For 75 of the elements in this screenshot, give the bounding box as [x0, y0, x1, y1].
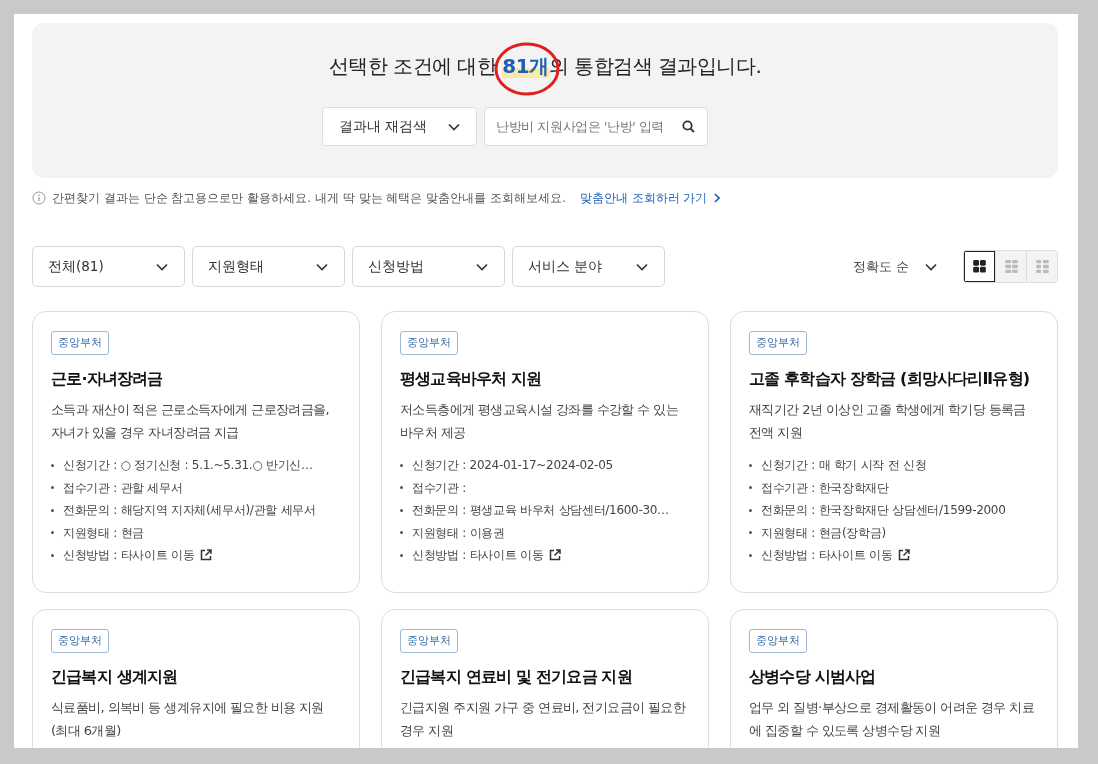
category-tag: 중앙부처: [51, 331, 109, 355]
filter-dropdown[interactable]: 전체(81): [32, 246, 185, 287]
bullet-dot: [51, 463, 54, 467]
bullet-dot: [51, 508, 54, 512]
bullet-dot: [749, 463, 752, 467]
card-description: 저소득층에게 평생교육시설 강좌를 수강할 수 있는 바우처 제공: [400, 401, 680, 442]
bullet-dot: [749, 553, 752, 557]
bullet-dot: [400, 486, 403, 490]
card-detail: 지원형태 : 현금: [63, 524, 144, 542]
card-description: 재직기간 2년 이상인 고졸 학생에게 학기당 등록금 전액 지원: [749, 401, 1027, 442]
card-detail: 접수기관 : 한국장학재단: [761, 479, 889, 497]
bullet-dot: [400, 463, 403, 467]
card-title[interactable]: 상병수당 시범사업: [749, 666, 1039, 688]
card-description: 식료품비, 의복비 등 생계유지에 필요한 비용 지원 (최대 6개월): [51, 699, 325, 740]
bullet-dot: [51, 531, 54, 535]
external-link-icon: [200, 549, 213, 562]
external-link-icon: [898, 549, 911, 562]
card-detail: 전화문의 : 평생교육 바우처 상담센터/1600-30…: [412, 502, 669, 519]
info-icon: [32, 191, 46, 205]
card-detail: 신청기간 : 2024-01-17~2024-02-05: [412, 457, 613, 474]
card-detail: 접수기관 : 관할 세무서: [63, 479, 183, 497]
bullet-dot: [51, 486, 54, 490]
view-toggle[interactable]: [964, 251, 995, 282]
chevron-down-icon: [448, 122, 460, 131]
card-detail: 지원형태 : 현금(장학금): [761, 524, 886, 542]
list-view-icon: [1035, 260, 1049, 273]
chevron-down-icon: [636, 262, 648, 271]
custom-guide-link[interactable]: 맞춤안내 조회하러 가기: [579, 189, 721, 207]
bullet-dot: [749, 531, 752, 535]
bullet-dot: [400, 531, 403, 535]
card-detail: 전화문의 : 한국장학재단 상담센터/1599-2000: [761, 502, 1006, 519]
bullet-dot: [400, 553, 403, 557]
card-title[interactable]: 근로·자녀장려금: [51, 368, 341, 390]
search-icon: [682, 120, 695, 133]
card-title[interactable]: 긴급복지 생계지원: [51, 666, 341, 688]
chevron-down-icon: [156, 262, 168, 271]
card-detail[interactable]: 신청방법 : 타사이트 이동: [412, 544, 544, 567]
card-title[interactable]: 긴급복지 연료비 및 전기요금 지원: [400, 666, 690, 688]
filter-dropdown[interactable]: 서비스 분야: [512, 246, 665, 287]
small-grid-icon: [1004, 260, 1018, 273]
category-tag: 중앙부처: [51, 629, 109, 653]
category-tag: 중앙부처: [749, 629, 807, 653]
card-detail[interactable]: 신청방법 : 타사이트 이동: [63, 544, 195, 567]
large-grid-icon: [973, 260, 986, 273]
card-detail: 접수기관 :: [412, 479, 467, 497]
card-detail: 전화문의 : 해당지역 지자체(세무서)/관할 세무서: [63, 502, 316, 519]
search-field[interactable]: 난방비 지원사업은 '난방' 입력: [484, 107, 708, 146]
bullet-dot: [749, 508, 752, 512]
card-detail: 신청기간 : 매 학기 시작 전 신청: [761, 457, 927, 474]
view-toggle[interactable]: [995, 251, 1026, 282]
chevron-down-icon: [476, 262, 488, 271]
chevron-down-icon: [316, 262, 328, 271]
card-detail: 신청기간 : ○ 정기신청 : 5.1.~5.31.○ 반기신…: [63, 457, 313, 474]
card-detail[interactable]: 신청방법 : 타사이트 이동: [761, 544, 893, 567]
card-title[interactable]: 평생교육바우처 지원: [400, 368, 690, 390]
chevron-right-icon: [714, 193, 721, 203]
card-description: 소득과 재산이 적은 근로소득자에게 근로장려금을, 자녀가 있을 경우 자녀장려금 지급: [51, 401, 331, 442]
view-toggle[interactable]: [1026, 251, 1057, 282]
card-detail: 지원형태 : 이용권: [412, 524, 505, 542]
bullet-dot: [51, 553, 54, 557]
chevron-down-icon: [925, 262, 937, 271]
sort-dropdown[interactable]: 정확도 순: [852, 257, 937, 276]
category-tag: 중앙부처: [749, 331, 807, 355]
bullet-dot: [400, 508, 403, 512]
card-title[interactable]: 고졸 후학습자 장학금 (희망사다리Ⅱ유형): [749, 368, 1039, 390]
category-tag: 중앙부처: [400, 629, 458, 653]
category-tag: 중앙부처: [400, 331, 458, 355]
card-description: 긴급지원 주지원 가구 중 연료비, 전기요금이 필요한 경우 지원: [400, 699, 687, 740]
bullet-dot: [749, 486, 752, 490]
search-scope-dropdown[interactable]: 결과내 재검색: [322, 107, 477, 146]
notice-text: 간편찾기 결과는 단순 참고용으로만 활용하세요. 내게 딱 맞는 혜택은 맞춤안내를 조회해보세요.: [52, 189, 566, 207]
card-description: 업무 외 질병·부상으로 경제활동이 어려운 경우 치료에 집중할 수 있도록 상병수당 지원: [749, 699, 1036, 740]
external-link-icon: [549, 549, 562, 562]
filter-dropdown[interactable]: 신청방법: [352, 246, 505, 287]
filter-dropdown[interactable]: 지원형태: [192, 246, 345, 287]
